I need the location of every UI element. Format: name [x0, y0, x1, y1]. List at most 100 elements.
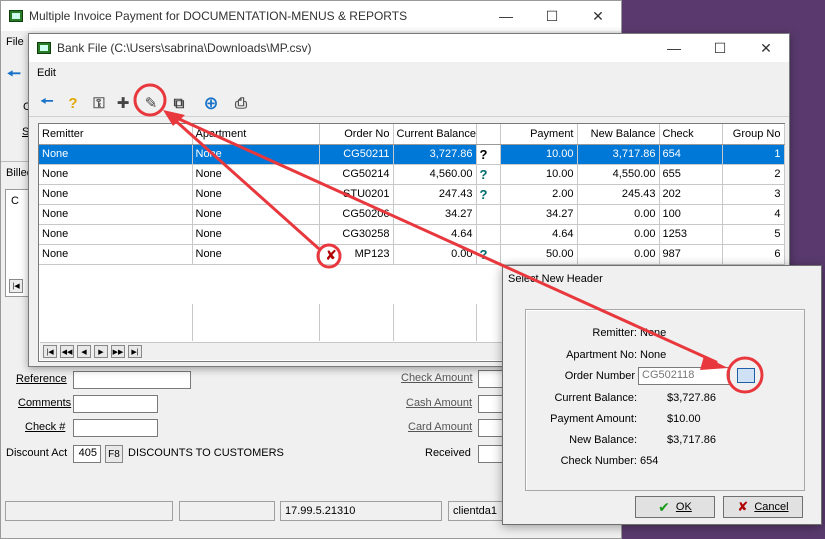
cell-new-balance: 4,550.00 — [577, 164, 660, 185]
cell-check: 655 — [659, 164, 723, 185]
check-input[interactable] — [73, 419, 158, 437]
col-order-no[interactable]: Order No — [319, 124, 394, 145]
new-balance-value: $3,717.86 — [667, 434, 716, 446]
cell-apartment: None — [192, 184, 320, 205]
check-amount-label: Check Amount — [401, 372, 473, 384]
col-new-balance[interactable]: New Balance — [577, 124, 660, 145]
add-record-icon[interactable]: ✚ — [113, 93, 133, 113]
bank-minimize-icon[interactable]: — — [651, 33, 697, 63]
current-balance-label: Current Balance: — [554, 392, 637, 404]
help-icon[interactable]: ? — [63, 93, 83, 113]
minimize-icon[interactable]: — — [483, 1, 529, 31]
help-question-icon[interactable]: ? — [476, 144, 501, 165]
comments-label: Comments — [18, 397, 72, 409]
cell-remitter: None — [39, 224, 193, 245]
cell-remitter: None — [39, 244, 193, 265]
cell-check: 100 — [659, 204, 723, 225]
cell-payment: 2.00 — [500, 184, 578, 205]
bank-maximize-icon[interactable]: ☐ — [697, 33, 743, 63]
reference-input[interactable] — [73, 371, 191, 389]
cancel-button[interactable]: ✘ Cancel — [723, 496, 803, 518]
nav-prev-page-icon[interactable]: ◀◀ — [60, 345, 74, 358]
col-apartment[interactable]: Apartment — [192, 124, 320, 145]
bank-app-icon — [37, 42, 51, 54]
grid-column-line — [192, 304, 193, 341]
cell-apartment: None — [192, 224, 320, 245]
received-label: Received — [425, 447, 471, 459]
cell-payment: 10.00 — [500, 144, 578, 165]
key-icon[interactable]: ⚿ — [89, 93, 109, 113]
ok-button[interactable]: ✔ OK — [635, 496, 715, 518]
col-group-no[interactable]: Group No — [722, 124, 785, 145]
help-question-icon[interactable]: ? — [476, 244, 501, 265]
col-current-balance[interactable]: Current Balance — [393, 124, 477, 145]
target-icon[interactable]: ⊕ — [201, 93, 221, 113]
cell-apartment: None — [192, 204, 320, 225]
cell-new-balance: 0.00 — [577, 224, 660, 245]
main-window-title: Multiple Invoice Payment for DOCUMENTATI… — [29, 9, 408, 23]
check-number-label: Check Number: — [560, 455, 637, 467]
check-icon: ✔ — [658, 498, 670, 515]
help-question-icon[interactable]: ? — [476, 164, 501, 185]
menu-edit[interactable]: Edit — [37, 67, 56, 79]
table-row[interactable]: None None MP123 0.00 ? 50.00 0.00 987 6 — [39, 244, 785, 265]
nav-last-icon[interactable]: ▶| — [128, 345, 142, 358]
delete-row-icon[interactable]: ✘ — [320, 247, 342, 264]
nav-next-page-icon[interactable]: ▶▶ — [111, 345, 125, 358]
order-number-input[interactable]: CG502118 — [638, 367, 730, 385]
help-question-icon[interactable]: ? — [476, 184, 501, 205]
nav-prev-icon[interactable]: ◀ — [77, 345, 91, 358]
status-client: clientda1 — [448, 501, 508, 521]
select-new-header-dialog: Select New Header Remitter: None Apartme… — [502, 265, 822, 525]
cell-group: 3 — [722, 184, 785, 205]
cell-remitter: None — [39, 164, 193, 185]
cell-check: 987 — [659, 244, 723, 265]
cell-remitter: None — [39, 204, 193, 225]
menu-file[interactable]: File — [6, 36, 24, 48]
maximize-icon[interactable]: ☐ — [529, 1, 575, 31]
table-row[interactable]: None None CG50214 4,560.00 ? 10.00 4,550… — [39, 164, 785, 185]
f8-lookup-button[interactable]: F8 — [105, 445, 123, 463]
lookup-icon[interactable] — [737, 368, 755, 383]
cell-apartment: None — [192, 144, 320, 165]
cell-new-balance: 0.00 — [577, 244, 660, 265]
card-amount-label: Card Amount — [408, 421, 473, 433]
cell-payment: 34.27 — [500, 204, 578, 225]
cell-balance: 0.00 — [393, 244, 477, 265]
nav-next-icon[interactable]: ▶ — [94, 345, 108, 358]
col-help — [476, 124, 501, 145]
table-header-row: Remitter Apartment Order No Current Bala… — [39, 124, 785, 145]
nav-first-icon[interactable]: |◀ — [43, 345, 57, 358]
fragment-c2: C — [11, 195, 19, 207]
new-balance-label: New Balance: — [569, 434, 637, 446]
grid-column-line — [476, 304, 477, 341]
cell-apartment: None — [192, 244, 320, 265]
remitter-value: None — [640, 327, 667, 339]
cancel-button-label: Cancel — [754, 501, 789, 513]
cell-apartment: None — [192, 164, 320, 185]
comments-input[interactable] — [73, 395, 158, 413]
discount-description: DISCOUNTS TO CUSTOMERS — [128, 447, 284, 459]
edit-header-icon[interactable]: ✎ — [141, 93, 161, 113]
table-row[interactable]: None None CG30258 4.64 4.64 0.00 1253 5 — [39, 224, 785, 245]
back-arrow-icon[interactable]: 🠔 — [37, 93, 57, 113]
cell-balance: 4,560.00 — [393, 164, 477, 185]
status-cell-2 — [179, 501, 275, 521]
discount-input[interactable]: 405 — [73, 445, 101, 463]
col-check[interactable]: Check — [659, 124, 723, 145]
col-remitter[interactable]: Remitter — [39, 124, 193, 145]
cell-remitter: None — [39, 144, 193, 165]
table-row[interactable]: None None STU0201 247.43 ? 2.00 245.43 2… — [39, 184, 785, 205]
bank-close-icon[interactable]: ✕ — [743, 33, 789, 63]
table-row[interactable]: None None CG50206 34.27 34.27 0.00 100 4 — [39, 204, 785, 225]
first-record-icon[interactable]: |◀ — [9, 279, 23, 293]
print-icon[interactable]: ⎙ — [231, 93, 251, 113]
col-payment[interactable]: Payment — [500, 124, 578, 145]
cell-balance: 4.64 — [393, 224, 477, 245]
table-row[interactable]: None None CG50211 3,727.86 ? 10.00 3,717… — [39, 144, 785, 165]
copy-icon[interactable]: ⧉ — [169, 93, 189, 113]
bank-window-title: Bank File (C:\Users\sabrina\Downloads\MP… — [57, 41, 312, 55]
back-arrow-icon[interactable]: 🠔 — [7, 63, 21, 90]
close-icon[interactable]: ✕ — [575, 1, 621, 31]
help-cell — [476, 224, 501, 245]
